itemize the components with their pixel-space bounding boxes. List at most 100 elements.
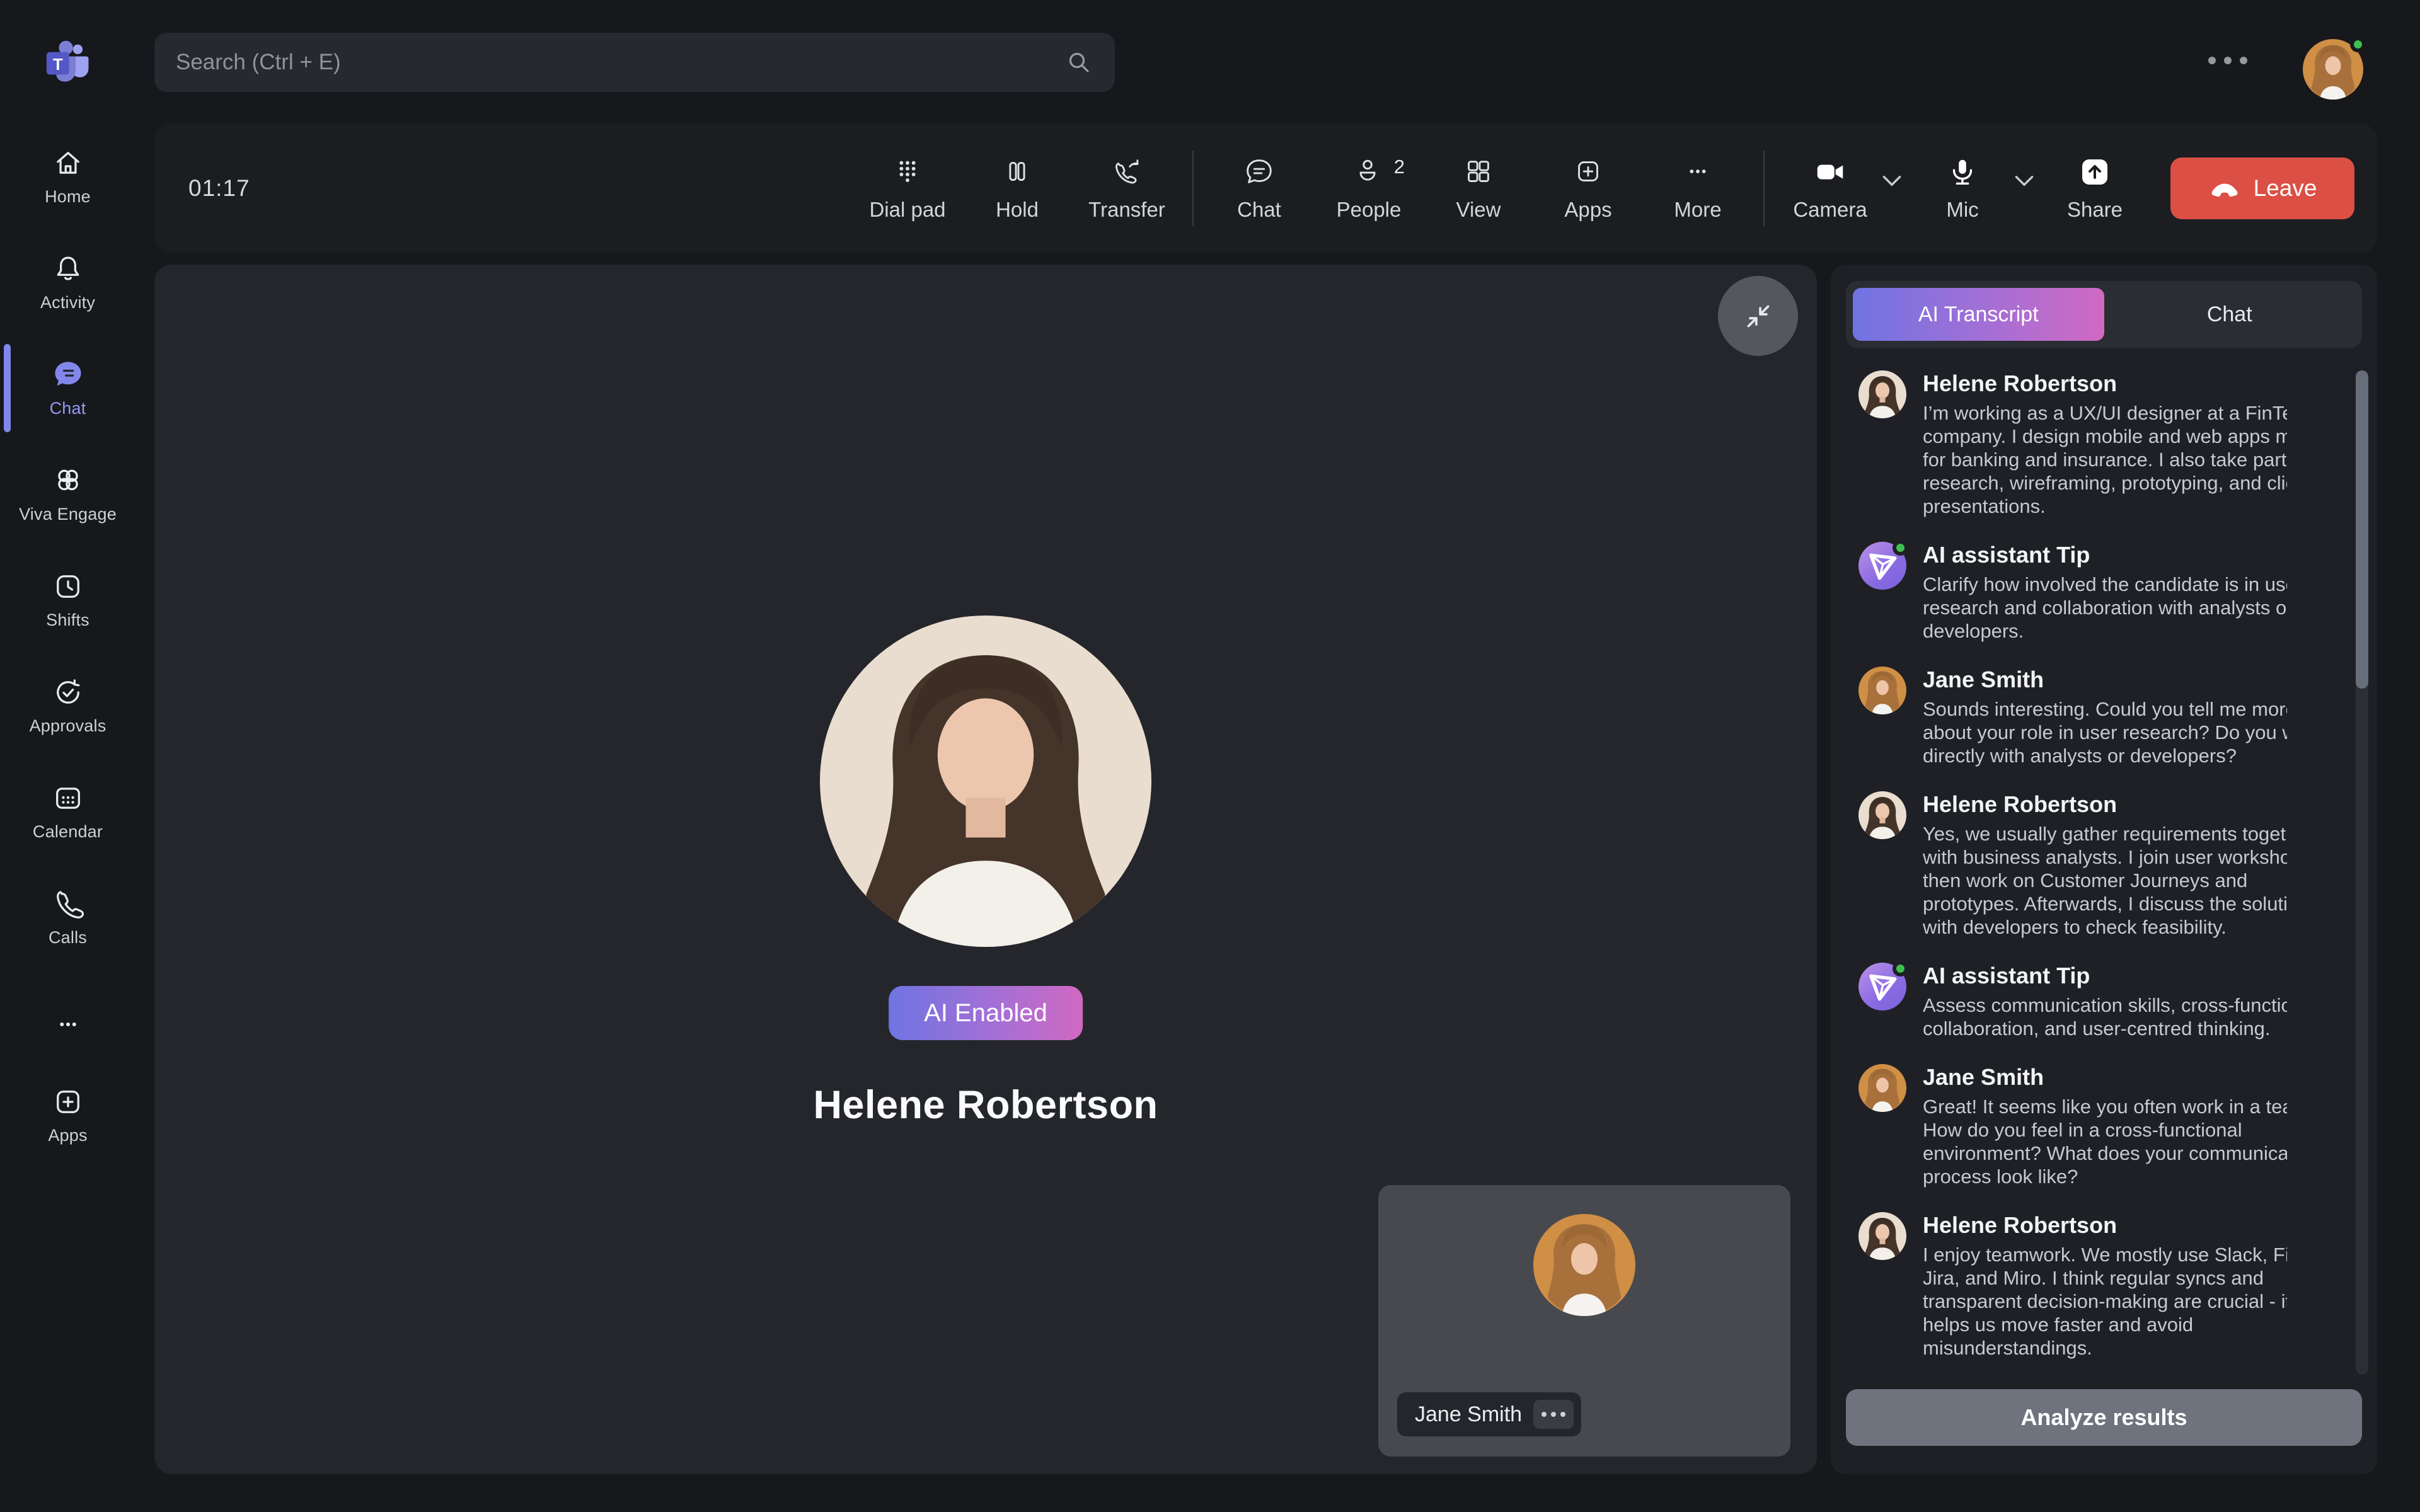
speech-bubble-icon xyxy=(1242,154,1276,190)
apps-button[interactable]: Apps xyxy=(1548,154,1628,222)
helene-avatar xyxy=(820,616,1151,947)
chat-button[interactable]: Chat xyxy=(1219,154,1299,222)
search-bar[interactable] xyxy=(154,33,1115,92)
approvals-check-icon xyxy=(52,676,84,709)
sidebar-item-label: Calendar xyxy=(33,822,103,842)
jane-avatar xyxy=(1858,667,1906,714)
mic-icon xyxy=(1945,154,1979,190)
people-count-badge: 2 xyxy=(1394,156,1405,178)
transcript-list[interactable]: Helene Robertson I’m working as a UX/UI … xyxy=(1858,370,2287,1375)
presence-dot xyxy=(1893,540,1908,556)
topbar xyxy=(135,0,2420,123)
grid-icon xyxy=(1461,154,1495,190)
sidebar-item-label: Calls xyxy=(49,928,87,948)
sidebar-item-calendar[interactable]: Calendar xyxy=(0,759,135,864)
message-speaker: AI assistant Tip xyxy=(1923,963,2287,989)
more-dots-icon xyxy=(52,1008,84,1041)
transcript-message: Helene Robertson Yes, we usually gather … xyxy=(1858,791,2287,939)
message-speaker: AI assistant Tip xyxy=(1923,542,2287,568)
participant-name: Helene Robertson xyxy=(154,1082,1817,1128)
message-speaker: Jane Smith xyxy=(1923,1064,2287,1091)
jane-avatar xyxy=(1858,1064,1906,1112)
message-text: I’m working as a UX/UI designer at a Fin… xyxy=(1923,401,2287,518)
message-text: Great! It seems like you often work in a… xyxy=(1923,1095,2287,1188)
message-speaker: Helene Robertson xyxy=(1923,1212,2287,1239)
message-text: I enjoy teamwork. We mostly use Slack, F… xyxy=(1923,1243,2287,1360)
mic-options-chevron-icon[interactable] xyxy=(2012,171,2037,190)
message-speaker: Helene Robertson xyxy=(1923,791,2287,818)
phone-arrow-icon xyxy=(1110,154,1144,190)
ai-enabled-badge: AI Enabled xyxy=(889,986,1083,1040)
presence-dot xyxy=(2350,37,2366,52)
calendar-icon xyxy=(52,782,84,815)
teams-logo: T xyxy=(0,0,135,123)
home-icon xyxy=(52,147,84,180)
more-button[interactable]: More xyxy=(1657,154,1738,222)
hold-button[interactable]: Hold xyxy=(977,154,1057,222)
sidebar-item-apps[interactable]: Apps xyxy=(0,1062,135,1168)
side-panel: AI Transcript Chat Helene Robertson I’m … xyxy=(1831,265,2377,1474)
collapse-arrows-icon xyxy=(1740,298,1777,335)
leave-button[interactable]: Leave xyxy=(2170,158,2354,219)
tile-name-label: Jane Smith xyxy=(1397,1392,1581,1436)
search-input[interactable] xyxy=(176,50,1064,75)
sidebar-item-chat[interactable]: Chat xyxy=(0,335,135,441)
active-item-indicator xyxy=(4,344,11,432)
helene-avatar xyxy=(1858,370,1906,418)
sidebar-item-activity[interactable]: Activity xyxy=(0,229,135,335)
tile-more-options-icon[interactable] xyxy=(1533,1400,1574,1429)
message-text: Assess communication skills, cross-funct… xyxy=(1923,994,2287,1040)
message-text: Sounds interesting. Could you tell me mo… xyxy=(1923,697,2287,767)
scrollbar-track xyxy=(2356,370,2368,1375)
sidebar-item-home[interactable]: Home xyxy=(0,123,135,229)
sidebar-item-label: Apps xyxy=(48,1126,87,1145)
search-icon xyxy=(1064,48,1093,77)
more-options-icon[interactable] xyxy=(2199,42,2256,79)
transcript-message: Jane Smith Sounds interesting. Could you… xyxy=(1858,667,2287,767)
toolbar-divider xyxy=(1763,151,1765,226)
pause-icon xyxy=(1000,154,1034,190)
sidebar-item-calls[interactable]: Calls xyxy=(0,864,135,970)
transfer-button[interactable]: Transfer xyxy=(1086,154,1167,222)
share-button[interactable]: Share xyxy=(2054,154,2135,222)
share-arrow-icon xyxy=(2077,154,2112,190)
dial-pad-button[interactable]: Dial pad xyxy=(867,154,948,222)
transcript-message: AI assistant Tip Clarify how involved th… xyxy=(1858,542,2287,643)
sidebar-item-label: Home xyxy=(45,187,91,207)
view-button[interactable]: View xyxy=(1438,154,1519,222)
camera-options-chevron-icon[interactable] xyxy=(1879,171,1904,190)
sidebar-item-label: Shifts xyxy=(46,610,89,630)
tab-chat[interactable]: Chat xyxy=(2104,288,2356,341)
sidebar-item-label: Viva Engage xyxy=(19,505,117,524)
panel-tabs: AI Transcript Chat xyxy=(1846,281,2362,348)
people-button[interactable]: 2 People xyxy=(1328,154,1409,222)
message-speaker: Jane Smith xyxy=(1923,667,2287,693)
sidebar-item-viva-engage[interactable]: Viva Engage xyxy=(0,441,135,547)
more-dots-icon xyxy=(1681,154,1715,190)
hang-up-icon xyxy=(2208,172,2241,205)
chat-bubble-icon xyxy=(52,358,84,391)
person-icon: 2 xyxy=(1352,154,1386,190)
apps-plus-icon xyxy=(1571,154,1605,190)
sidebar-item-shifts[interactable]: Shifts xyxy=(0,547,135,653)
sidebar-item-more[interactable] xyxy=(0,987,135,1062)
presence-dot xyxy=(1893,961,1908,976)
mic-button[interactable]: Mic xyxy=(1922,154,2003,222)
sidebar-item-label: Chat xyxy=(50,399,86,418)
call-toolbar: 01:17 Dial pad Hold Transfer Chat 2 Peop… xyxy=(154,123,2377,253)
analyze-results-button[interactable]: Analyze results xyxy=(1846,1389,2362,1446)
camera-button[interactable]: Camera xyxy=(1790,154,1870,222)
collapse-view-button[interactable] xyxy=(1718,276,1798,356)
transcript-message: Helene Robertson I’m working as a UX/UI … xyxy=(1858,370,2287,518)
tab-ai-transcript[interactable]: AI Transcript xyxy=(1853,288,2104,341)
participant-tile[interactable]: Jane Smith xyxy=(1378,1185,1790,1457)
sidebar-item-label: Approvals xyxy=(30,716,107,736)
transcript-message: Helene Robertson I enjoy teamwork. We mo… xyxy=(1858,1212,2287,1360)
dialpad-icon xyxy=(890,154,925,190)
teams-logo-icon: T xyxy=(42,36,94,88)
viva-engage-icon xyxy=(52,464,84,497)
apps-plus-icon xyxy=(52,1085,84,1118)
scrollbar-thumb[interactable] xyxy=(2356,370,2368,689)
user-avatar[interactable] xyxy=(2303,39,2363,100)
sidebar-item-approvals[interactable]: Approvals xyxy=(0,653,135,759)
